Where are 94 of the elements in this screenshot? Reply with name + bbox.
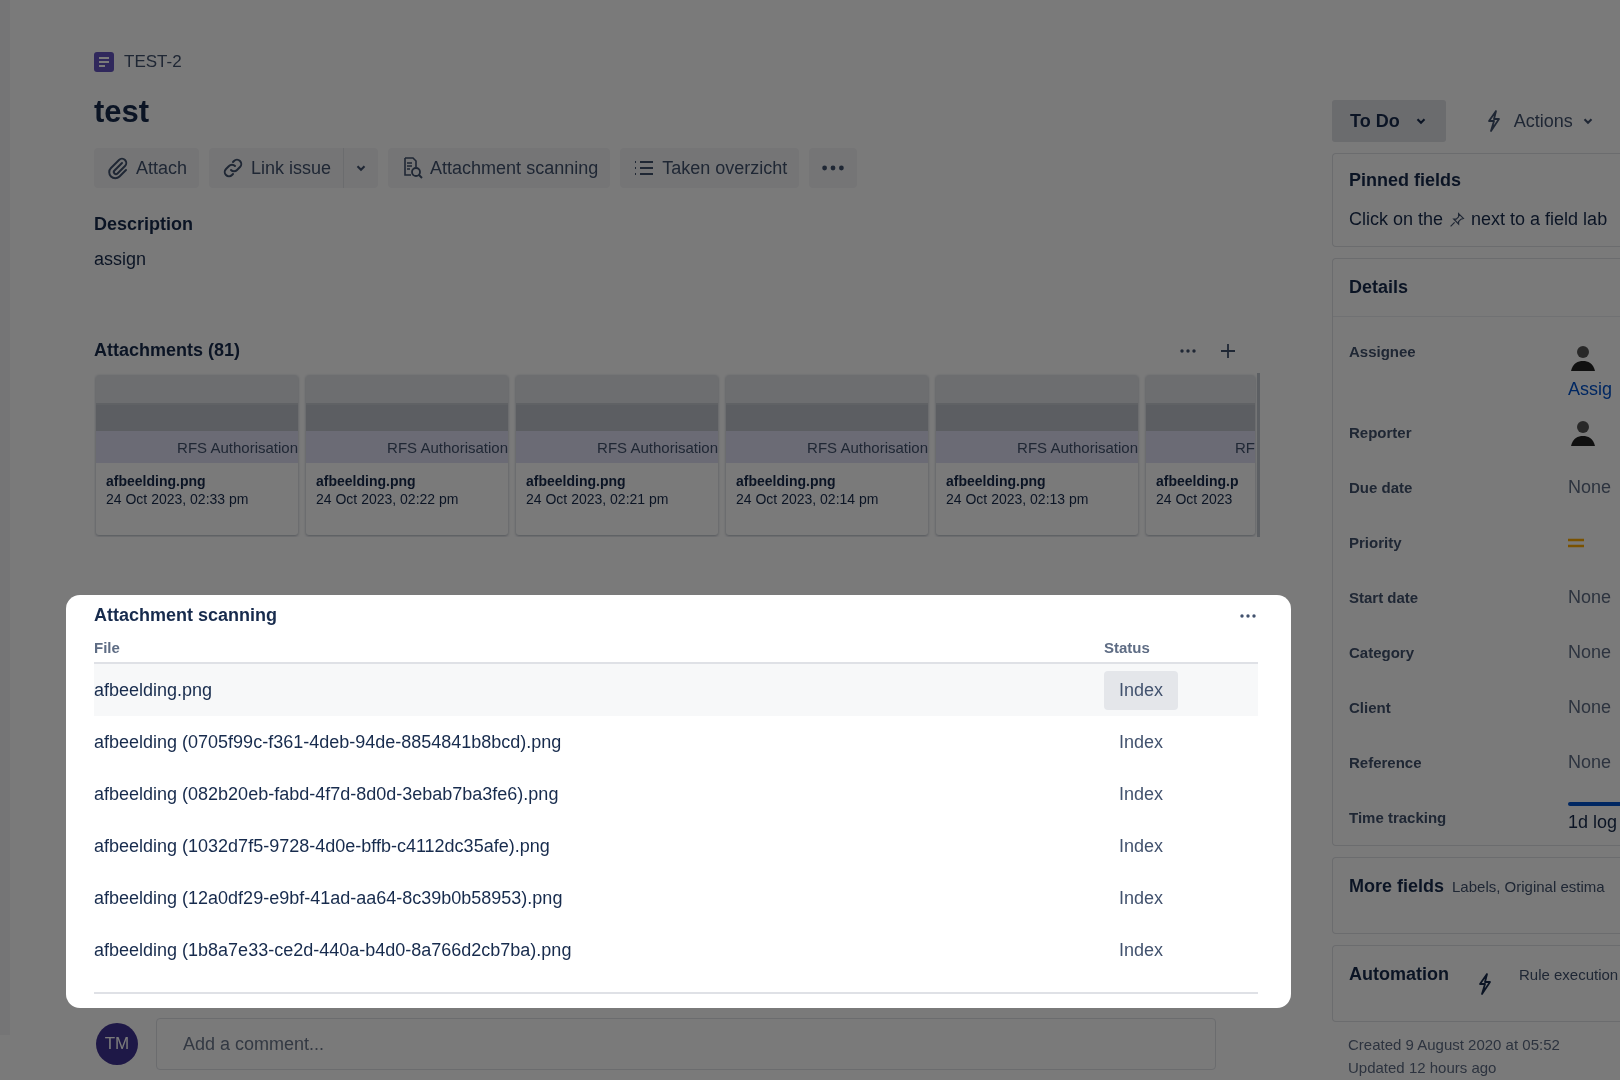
table-row[interactable]: afbeelding (12a0df29-e9bf-41ad-aa64-8c39b0b58953).png Index bbox=[94, 872, 1258, 924]
index-button[interactable]: Index bbox=[1104, 722, 1179, 762]
card-heading: Automation bbox=[1349, 964, 1449, 985]
column-header: Status bbox=[1104, 638, 1151, 656]
automation-card[interactable]: Automation Rule execution bbox=[1332, 945, 1620, 1022]
card-heading: Details bbox=[1333, 259, 1620, 317]
field-label: Assignee bbox=[1349, 343, 1417, 360]
thumbnail-text: RFS Authorisation bbox=[177, 438, 298, 456]
field-label: Client bbox=[1349, 699, 1392, 716]
panel-title: Attachment scanning bbox=[94, 605, 278, 626]
file-name: afbeelding (1032d7f5-9728-4d0e-bffb-c4112dc35afe).png bbox=[94, 835, 551, 857]
medium-priority-icon bbox=[1568, 537, 1584, 548]
field-label: Due date bbox=[1349, 479, 1414, 496]
task-overview-button[interactable]: Taken overzicht bbox=[620, 148, 800, 188]
pin-icon bbox=[1449, 211, 1466, 228]
field-label: Time tracking bbox=[1349, 809, 1448, 826]
field-value[interactable]: None bbox=[1568, 697, 1612, 718]
hint-text: next to a field lab bbox=[1471, 209, 1608, 230]
attachment-card[interactable]: RFS Authorisation afbeelding.png 24 Oct 2023, 02:21 pm bbox=[516, 375, 718, 535]
index-button[interactable]: Index bbox=[1104, 774, 1179, 814]
timestamp-text: Created 9 August 2020 at 05:52 bbox=[1348, 1036, 1561, 1053]
attachment-card[interactable]: RFS Authorisation afbeelding.png 24 Oct 2023, 02:14 pm bbox=[726, 375, 928, 535]
story-icon bbox=[94, 52, 114, 72]
issue-title: test bbox=[94, 94, 151, 130]
file-name: afbeelding.p bbox=[1155, 472, 1240, 489]
hint-text: Click on the bbox=[1349, 209, 1444, 230]
attachments-heading: Attachments (81) bbox=[94, 340, 241, 361]
index-button[interactable]: Index bbox=[1104, 930, 1179, 970]
user-avatar: TM bbox=[96, 1023, 138, 1065]
table-row[interactable]: afbeelding (1b8a7e33-ce2d-440a-b4d0-8a766d2cb7ba).png Index bbox=[94, 924, 1258, 976]
field-label: Start date bbox=[1349, 589, 1420, 606]
index-button[interactable]: Index bbox=[1104, 670, 1179, 710]
table-row[interactable]: afbeelding (082b20eb-fabd-4f7d-8d0d-3ebab7ba3fe6).png Index bbox=[94, 768, 1258, 820]
file-name: afbeelding.png bbox=[94, 679, 214, 701]
attach-button[interactable]: Attach bbox=[94, 148, 200, 188]
field-value[interactable]: None bbox=[1568, 477, 1612, 498]
file-name: afbeelding (12a0df29-e9bf-41ad-aa64-8c39b0b58953).png bbox=[94, 887, 564, 909]
attachment-scanning-button[interactable]: Attachment scanning bbox=[388, 148, 611, 188]
file-name: afbeelding (082b20eb-fabd-4f7d-8d0d-3ebab7ba3fe6).png bbox=[94, 783, 560, 805]
thumbnail-text: RFS Authorisation bbox=[1017, 438, 1138, 456]
field-value[interactable]: None bbox=[1568, 587, 1612, 608]
file-name: afbeelding (0705f99c-f361-4deb-94de-8854841b8bcd).png bbox=[94, 731, 563, 753]
thumbnail-text: RFS Authorisation bbox=[597, 438, 718, 456]
file-date: 24 Oct 2023, 02:22 pm bbox=[315, 490, 460, 507]
file-name: afbeelding.png bbox=[735, 472, 837, 489]
paperclip-icon bbox=[106, 156, 130, 180]
actions-button[interactable]: Actions bbox=[1475, 100, 1601, 142]
field-label: Category bbox=[1349, 644, 1416, 661]
description-heading: Description bbox=[94, 214, 195, 235]
issue-key[interactable]: TEST-2 bbox=[124, 52, 182, 72]
field-value[interactable]: None bbox=[1568, 752, 1612, 773]
attachment-card[interactable]: RFS Authorisation afbeelding.png 24 Oct 2023, 02:22 pm bbox=[306, 375, 508, 535]
file-name: afbeelding.png bbox=[945, 472, 1047, 489]
file-date: 24 Oct 2023, 02:21 pm bbox=[525, 490, 670, 507]
thumbnail-text: RFS Authorisation bbox=[387, 438, 508, 456]
more-button[interactable] bbox=[809, 148, 858, 188]
card-heading: More fields bbox=[1349, 876, 1445, 897]
file-name: afbeelding.png bbox=[105, 472, 207, 489]
file-date: 24 Oct 2023, 02:14 pm bbox=[735, 490, 880, 507]
table-row[interactable]: afbeelding.png Index bbox=[94, 664, 1258, 716]
file-name: afbeelding.png bbox=[315, 472, 417, 489]
file-date: 24 Oct 2023, 02:13 pm bbox=[945, 490, 1090, 507]
thumbnail-text: RFS Authorisation bbox=[807, 438, 928, 456]
time-tracking-bar bbox=[1568, 802, 1620, 806]
file-name: afbeelding (1b8a7e33-ce2d-440a-b4d0-8a766d2cb7ba).png bbox=[94, 939, 573, 961]
link-issue-button[interactable]: Link issue bbox=[209, 148, 344, 188]
rule-executions-text: Rule execution bbox=[1519, 966, 1619, 983]
field-value[interactable]: 1d log bbox=[1568, 812, 1620, 833]
table-row[interactable]: afbeelding (0705f99c-f361-4deb-94de-8854841b8bcd).png Index bbox=[94, 716, 1258, 768]
file-name: afbeelding.png bbox=[525, 472, 627, 489]
thumbnail-text: RF bbox=[1235, 438, 1255, 456]
field-value[interactable]: None bbox=[1568, 642, 1612, 663]
field-summary: Labels, Original estima bbox=[1452, 878, 1605, 895]
more-fields-card[interactable]: More fields Labels, Original estima bbox=[1332, 857, 1620, 934]
assign-link[interactable]: Assig bbox=[1568, 379, 1612, 400]
attachment-card[interactable]: RFS Authorisation afbeelding.png 24 Oct 2023, 02:33 pm bbox=[96, 375, 298, 535]
attachment-card[interactable]: RFS Authorisation afbeelding.png 24 Oct 2023, 02:13 pm bbox=[936, 375, 1138, 535]
attachment-card[interactable]: RF afbeelding.p 24 Oct 2023 bbox=[1146, 375, 1255, 535]
index-button[interactable]: Index bbox=[1104, 878, 1179, 918]
comment-field[interactable]: Add a comment... bbox=[156, 1018, 1216, 1070]
user-avatar-icon bbox=[1568, 343, 1598, 373]
field-label: Reference bbox=[1349, 754, 1423, 771]
table-row[interactable]: afbeelding (1032d7f5-9728-4d0e-bffb-c4112dc35afe).png Index bbox=[94, 820, 1258, 872]
column-header: File bbox=[94, 638, 121, 656]
card-heading: Pinned fields bbox=[1349, 170, 1463, 191]
timestamp-text: Updated 12 hours ago bbox=[1348, 1059, 1498, 1076]
file-date: 24 Oct 2023, 02:33 pm bbox=[105, 490, 250, 507]
field-label: Priority bbox=[1349, 534, 1403, 551]
field-label: Reporter bbox=[1349, 424, 1413, 441]
index-button[interactable]: Index bbox=[1104, 826, 1179, 866]
more-icon bbox=[821, 165, 846, 171]
file-date: 24 Oct 2023 bbox=[1155, 490, 1234, 507]
description-text: assign bbox=[94, 249, 148, 270]
status-button[interactable]: To Do bbox=[1332, 100, 1446, 142]
